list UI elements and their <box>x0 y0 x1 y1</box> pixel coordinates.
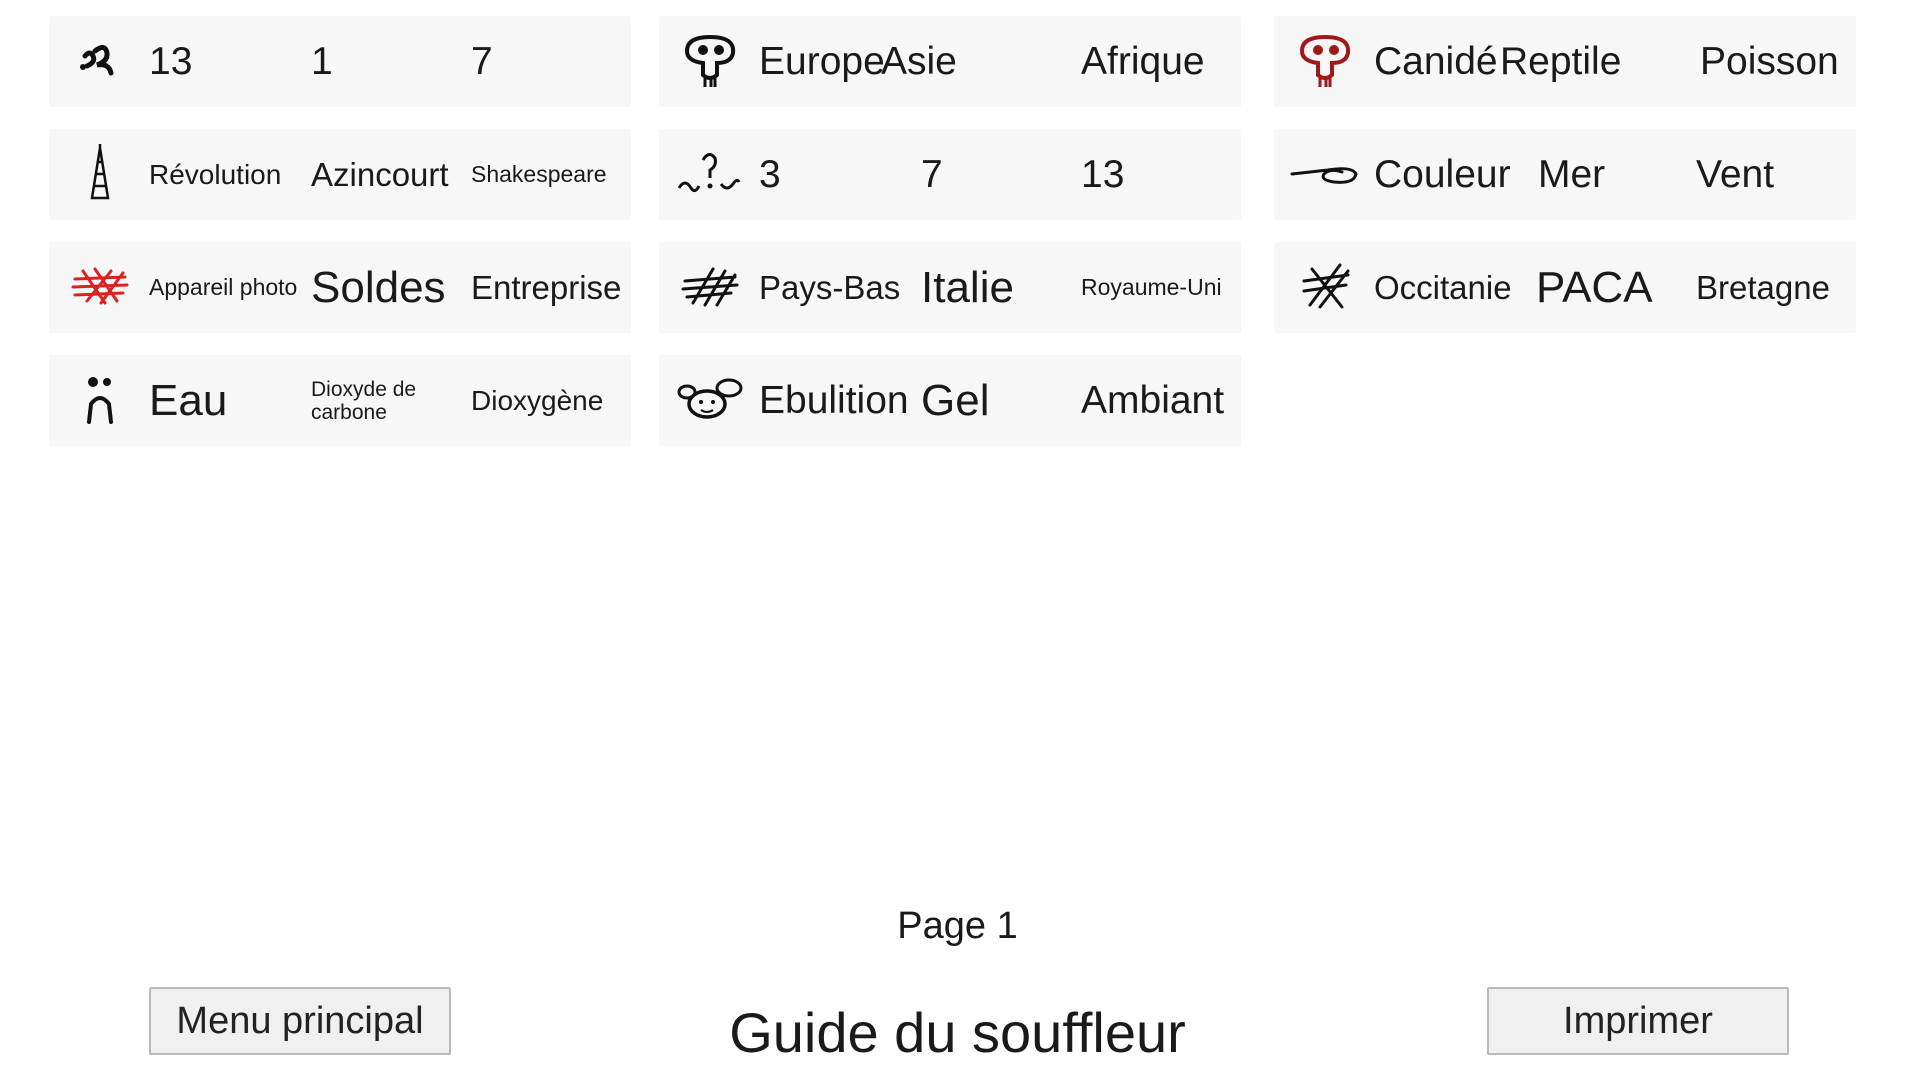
skull-red-glyph-icon <box>1288 28 1362 94</box>
hint-card-6: 3 7 13 <box>659 129 1241 220</box>
hint-word: Appareil photo <box>149 274 298 300</box>
hint-word: 13 <box>1081 152 1125 196</box>
hint-word: Soldes <box>311 262 446 312</box>
hint-word: Entreprise <box>471 268 622 306</box>
hint-card-11: Occitanie PACA Bretagne <box>1274 242 1856 333</box>
cross-lines-glyph-icon <box>1288 254 1362 320</box>
hint-word: Dioxygène <box>471 384 604 416</box>
hint-word: Ambiant <box>1081 378 1225 422</box>
hint-word: PACA <box>1536 262 1653 312</box>
squiggle-glyph-icon <box>63 28 137 94</box>
skull-glyph-icon <box>673 28 747 94</box>
hint-card-2: Révolution Azincourt Shakespeare <box>49 129 631 220</box>
hint-card-4: Eau Dioxyde de carbone Dioxygène <box>49 355 631 446</box>
hint-word: Afrique <box>1081 39 1205 83</box>
hint-word: Eau <box>149 375 228 425</box>
hint-card-10: Couleur Mer Vent <box>1274 129 1856 220</box>
hint-word: Azincourt <box>311 155 449 193</box>
hint-word: Ebulition <box>759 378 909 422</box>
hint-word: 3 <box>759 152 781 196</box>
tower-glyph-icon <box>63 141 137 207</box>
hint-word: Shakespeare <box>471 161 607 187</box>
hint-word: Royaume-Uni <box>1081 274 1222 300</box>
hint-card-9: Canidé Reptile Poisson <box>1274 16 1856 107</box>
hint-word: Poisson <box>1700 39 1839 83</box>
hint-word: Italie <box>921 262 1014 312</box>
question-wave-glyph-icon <box>673 141 747 207</box>
hint-card-1: 13 1 7 <box>49 16 631 107</box>
hint-word: Pays-Bas <box>759 268 901 306</box>
hint-word: Gel <box>921 375 990 425</box>
hint-word: Occitanie <box>1374 268 1512 306</box>
crosshatch-glyph-icon <box>673 254 747 320</box>
page-indicator: Page 1 <box>897 905 1018 947</box>
hint-card-7: Pays-Bas Italie Royaume-Uni <box>659 242 1241 333</box>
figure-glyph-icon <box>63 367 137 433</box>
mouse-face-glyph-icon <box>673 367 747 433</box>
hint-word: 7 <box>471 39 493 83</box>
hint-card-5: Europe Asie Afrique <box>659 16 1241 107</box>
swirl-glyph-icon <box>1288 141 1362 207</box>
hint-card-8: Ebulition Gel Ambiant <box>659 355 1241 446</box>
hint-word: 7 <box>921 152 943 196</box>
hint-word: Dioxyde de carbone <box>311 377 417 424</box>
main-menu-button[interactable]: Menu principal <box>149 987 451 1055</box>
hint-word: Reptile <box>1500 39 1622 83</box>
crosshatch-red-glyph-icon <box>63 254 137 320</box>
print-button[interactable]: Imprimer <box>1487 987 1789 1055</box>
hint-word: Vent <box>1696 152 1775 196</box>
hint-word: 1 <box>311 39 333 83</box>
hint-word: Asie <box>881 39 957 83</box>
hint-card-3: Appareil photo Soldes Entreprise <box>49 242 631 333</box>
hint-word: Mer <box>1538 152 1606 196</box>
hint-word: Révolution <box>149 158 282 190</box>
hint-word: Couleur <box>1374 152 1511 196</box>
hint-word: Bretagne <box>1696 268 1830 306</box>
hint-word: 13 <box>149 39 193 83</box>
